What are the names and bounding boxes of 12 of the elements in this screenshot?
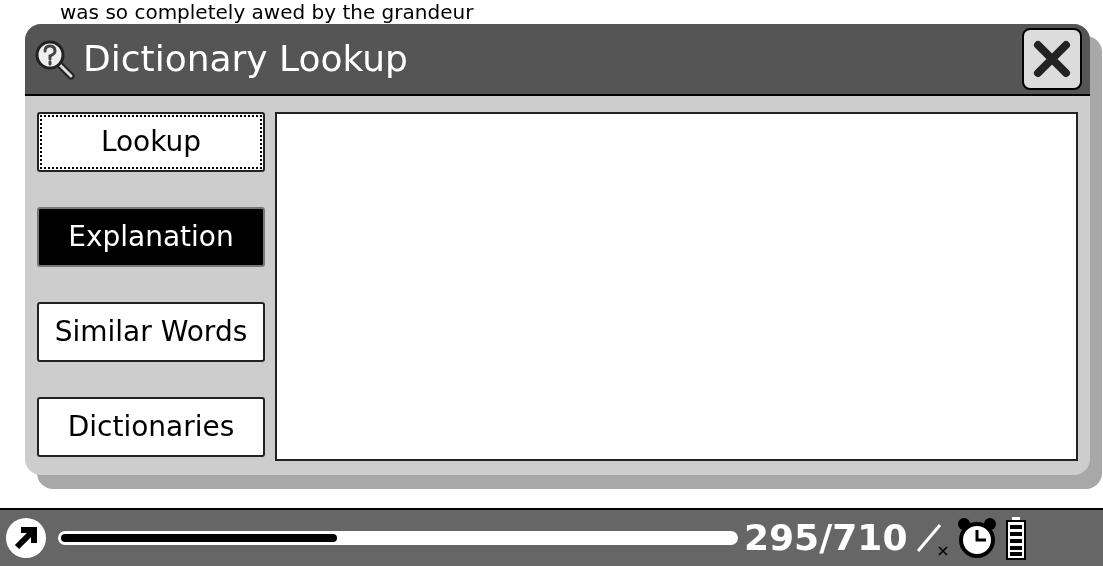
tab-button[interactable]: Lookup <box>37 112 265 172</box>
close-icon <box>1032 39 1072 79</box>
dialog-title: Dictionary Lookup <box>83 37 408 81</box>
tab-button[interactable]: Explanation <box>37 207 265 267</box>
tab-button[interactable]: Dictionaries <box>37 397 265 457</box>
page-counter: 295/710 <box>744 516 908 560</box>
magnifier-icon <box>33 38 75 80</box>
battery-icon <box>1005 516 1028 560</box>
page-text: was so completely awed by the grandeur <box>60 0 474 24</box>
close-button[interactable] <box>1022 28 1082 90</box>
tab-button[interactable]: Similar Words <box>37 302 265 362</box>
alarm-clock-icon <box>957 517 998 559</box>
